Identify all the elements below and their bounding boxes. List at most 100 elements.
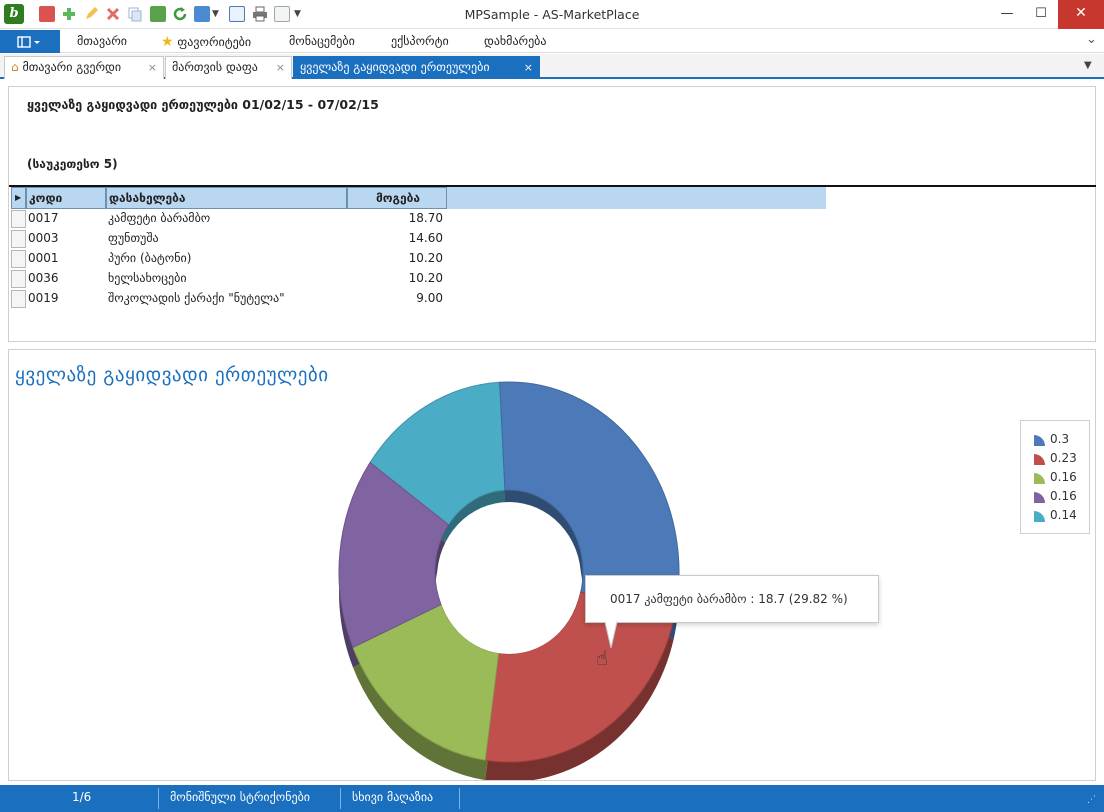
- legend-swatch: [1034, 511, 1045, 522]
- resize-grip-icon[interactable]: ⋰: [1087, 795, 1096, 805]
- legend-swatch: [1034, 435, 1045, 446]
- legend-label: 0.16: [1050, 470, 1077, 484]
- divider: [459, 788, 460, 809]
- app-menu-icon: [17, 36, 40, 48]
- table-row[interactable]: 0001 პური (ბატონი) 10.20: [11, 249, 826, 269]
- menu-help[interactable]: დახმარება: [484, 34, 547, 48]
- document-tab-bar: ⌂ მთავარი გვერდი × მართვის დაფა × ყველაზ…: [0, 54, 1104, 79]
- legend-swatch: [1034, 492, 1045, 503]
- cell-profit: 10.20: [408, 251, 443, 265]
- edit-icon[interactable]: [83, 6, 99, 22]
- tab-best-selling-items[interactable]: ყველაზე გაყიდვადი ერთეულები ×: [293, 56, 540, 79]
- report-subtitle: (საუკეთესო 5): [27, 157, 118, 171]
- close-document-icon[interactable]: [39, 6, 55, 22]
- cell-profit: 14.60: [408, 231, 443, 245]
- tab-home-page[interactable]: ⌂ მთავარი გვერდი ×: [4, 56, 164, 79]
- donut-hole: [437, 502, 581, 654]
- cell-code: 0017: [28, 211, 59, 225]
- home-icon: ⌂: [11, 60, 19, 74]
- tab-dashboard[interactable]: მართვის დაფა ×: [165, 56, 292, 79]
- table-row[interactable]: 0017 კამფეტი ბარამბო 18.70: [11, 209, 826, 229]
- cell-name: შოკოლადის ქარაქი "ნუტელა": [108, 291, 285, 305]
- preview-icon[interactable]: [229, 6, 245, 22]
- grid-settings-icon[interactable]: [194, 6, 210, 22]
- cell-name: პური (ბატონი): [108, 251, 192, 265]
- report-title: ყველაზე გაყიდვადი ერთეულები 01/02/15 - 0…: [27, 97, 379, 112]
- close-window-button[interactable]: ✕: [1058, 0, 1104, 29]
- table-row[interactable]: 0003 ფუნთუშა 14.60: [11, 229, 826, 249]
- divider: [158, 788, 159, 809]
- refresh-icon[interactable]: [172, 6, 188, 22]
- tab-overflow-icon[interactable]: ▼: [1084, 60, 1092, 71]
- report-panel: ყველაზე გაყიდვადი ერთეულები 01/02/15 - 0…: [8, 86, 1096, 342]
- divider: [340, 788, 341, 809]
- menu-export[interactable]: ექსპორტი: [391, 34, 449, 48]
- chevron-down-icon[interactable]: ⌄: [1086, 32, 1097, 47]
- app-menu-button[interactable]: [0, 30, 60, 53]
- store-name-status[interactable]: სხივი მაღაზია: [352, 790, 433, 804]
- row-selector[interactable]: [11, 230, 26, 248]
- dropdown-arrow-icon[interactable]: ▼: [212, 6, 222, 22]
- app-logo-icon[interactable]: b: [4, 4, 24, 24]
- star-icon: ★: [161, 34, 174, 50]
- legend-swatch: [1034, 473, 1045, 484]
- cell-code: 0001: [28, 251, 59, 265]
- close-tab-icon[interactable]: ×: [148, 57, 157, 78]
- cell-name: ფუნთუშა: [108, 231, 159, 245]
- grid-header: ▶ კოდი დასახელება მოგება: [11, 187, 826, 209]
- selected-rows-status[interactable]: მონიშნული სტრიქონები: [170, 790, 310, 804]
- tab-label: მთავარი გვერდი: [22, 60, 122, 74]
- donut-chart[interactable]: [9, 350, 1095, 780]
- hand-cursor-icon: ☝: [596, 646, 609, 670]
- column-header-profit[interactable]: მოგება: [347, 187, 447, 209]
- cell-profit: 10.20: [408, 271, 443, 285]
- minimize-button[interactable]: —: [990, 0, 1024, 29]
- table-row[interactable]: 0036 ხელსახოცები 10.20: [11, 269, 826, 289]
- menu-data[interactable]: მონაცემები: [289, 34, 355, 48]
- export-excel-icon[interactable]: [150, 6, 166, 22]
- legend-swatch: [1034, 454, 1045, 465]
- row-selector[interactable]: [11, 210, 26, 228]
- menu-favorites-label: ფავორიტები: [177, 35, 252, 49]
- cell-code: 0019: [28, 291, 59, 305]
- close-tab-icon[interactable]: ×: [524, 57, 533, 78]
- legend-label: 0.3: [1050, 432, 1070, 446]
- column-header-name[interactable]: დასახელება: [106, 187, 347, 209]
- page-indicator: 1/6: [72, 790, 92, 804]
- cell-name: კამფეტი ბარამბო: [108, 211, 211, 225]
- tab-label: ყველაზე გაყიდვადი ერთეულები: [300, 60, 490, 74]
- copy-icon[interactable]: [127, 6, 143, 22]
- cell-profit: 9.00: [416, 291, 443, 305]
- tab-label: მართვის დაფა: [172, 60, 258, 74]
- delete-icon[interactable]: [105, 6, 121, 22]
- status-bar: 1/6 მონიშნული სტრიქონები სხივი მაღაზია ⋰: [0, 785, 1104, 812]
- cell-profit: 18.70: [408, 211, 443, 225]
- close-tab-icon[interactable]: ×: [276, 57, 285, 78]
- print-icon[interactable]: [252, 6, 268, 22]
- row-selector[interactable]: [11, 250, 26, 268]
- column-header-code[interactable]: კოდი: [26, 187, 106, 209]
- grid-body: 0017 კამფეტი ბარამბო 18.70 0003 ფუნთუშა 14.60…: [11, 209, 826, 309]
- legend-label: 0.23: [1050, 451, 1077, 465]
- chart-legend: 0.3 0.23 0.16 0.16 0.14: [1020, 420, 1090, 534]
- page-setup-icon[interactable]: [274, 6, 290, 22]
- data-grid[interactable]: ▶ კოდი დასახელება მოგება 0017 კამფეტი ბარ…: [11, 187, 826, 309]
- cell-code: 0036: [28, 271, 59, 285]
- legend-label: 0.16: [1050, 489, 1077, 503]
- cell-name: ხელსახოცები: [108, 271, 187, 285]
- maximize-button[interactable]: ☐: [1024, 0, 1058, 29]
- title-bar: b ▼ ▼ MPSample - AS-MarketPlace — ☐ ✕: [0, 0, 1104, 29]
- row-selector[interactable]: [11, 270, 26, 288]
- customize-toolbar-icon[interactable]: ▼: [294, 6, 304, 22]
- chart-tooltip: 0017 კამფეტი ბარამბო : 18.7 (29.82 %): [585, 575, 879, 623]
- cell-code: 0003: [28, 231, 59, 245]
- row-indicator-icon: ▶: [11, 187, 26, 209]
- menu-bar: მთავარი ★ ფავორიტები მონაცემები ექსპორტი…: [0, 30, 1104, 53]
- row-selector[interactable]: [11, 290, 26, 308]
- menu-favorites[interactable]: ★ ფავორიტები: [161, 34, 251, 50]
- chart-panel: ყველაზე გაყიდვადი ერთეულები 0.3 0.23 0.16 0…: [8, 349, 1096, 781]
- menu-main[interactable]: მთავარი: [77, 34, 127, 48]
- table-row[interactable]: 0019 შოკოლადის ქარაქი "ნუტელა" 9.00: [11, 289, 826, 309]
- add-icon[interactable]: [61, 6, 77, 22]
- legend-label: 0.14: [1050, 508, 1077, 522]
